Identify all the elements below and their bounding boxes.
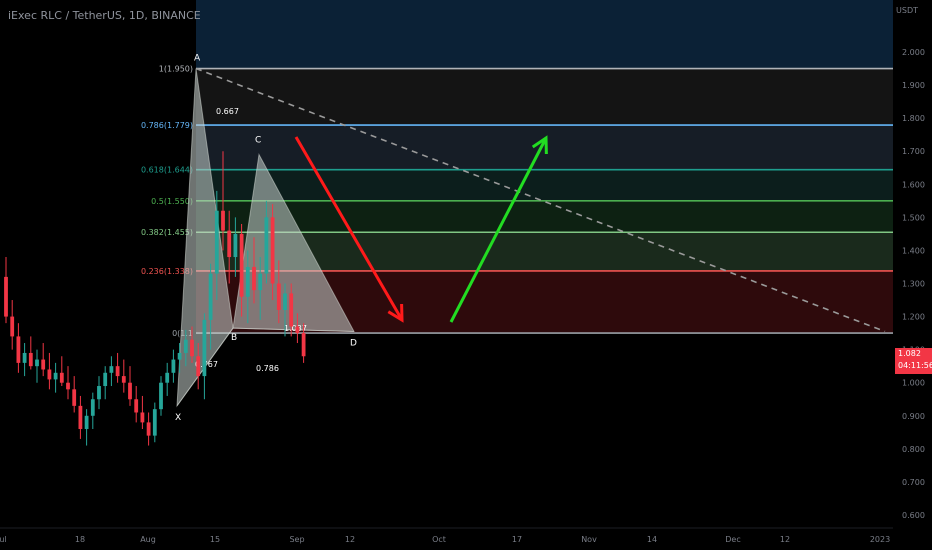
pattern-point-label: C [255, 136, 261, 146]
candle-body[interactable] [35, 359, 39, 367]
candle-body[interactable] [22, 352, 27, 363]
candle-body[interactable] [295, 326, 300, 334]
candle-body[interactable] [227, 230, 232, 258]
y-tick-label: 1.400 [902, 246, 925, 255]
candle-body[interactable] [90, 399, 95, 416]
y-tick-label: 1.700 [902, 147, 925, 156]
candle-body[interactable] [78, 405, 83, 430]
candle-body[interactable] [202, 319, 207, 377]
x-tick-label: Oct [432, 535, 446, 544]
chart-title: iExec RLC / TetherUS, 1D, BINANCE [8, 9, 201, 22]
x-tick-label: Sep [289, 535, 304, 544]
candle-body[interactable] [47, 369, 52, 380]
y-tick-label: 0.800 [902, 445, 925, 454]
y-tick-label: 1.500 [902, 213, 925, 222]
x-tick-label: Dec [725, 535, 740, 544]
fib-zone-top [196, 0, 893, 69]
candle-body[interactable] [214, 210, 219, 274]
candle-body[interactable] [258, 273, 263, 291]
pattern-point-label: D [350, 338, 357, 348]
candle-body[interactable] [221, 210, 225, 231]
candle-body[interactable] [177, 352, 182, 360]
price-unit-label: USDT [896, 6, 918, 15]
y-tick-label: 1.900 [902, 81, 925, 90]
candle-body[interactable] [239, 233, 244, 297]
fib-level-label: 1(1.950) [159, 65, 193, 74]
candle-body[interactable] [97, 386, 101, 400]
candle-body[interactable] [103, 372, 108, 387]
x-tick-label: 17 [512, 535, 522, 544]
candle-body[interactable] [134, 399, 139, 413]
pattern-point-label: A [194, 54, 201, 64]
pattern-point-label: X [175, 413, 181, 423]
chart-root: 1(1.950) 0.786(1.779) 0.618(1.644) 0.5(1.55… [0, 0, 932, 550]
candle-body[interactable] [109, 366, 114, 373]
candle-body[interactable] [10, 316, 15, 337]
fib-zone-0.5 [196, 200, 893, 233]
y-tick-label: 1.300 [902, 280, 925, 289]
fib-zone-1 [196, 68, 893, 126]
candle-body[interactable] [146, 422, 151, 436]
candle-body[interactable] [72, 389, 77, 406]
x-tick-label: Aug [140, 535, 156, 544]
candle-body[interactable] [152, 409, 157, 436]
y-tick-label: 1.000 [902, 379, 925, 388]
candle-body[interactable] [41, 359, 46, 370]
y-tick-label: 1.800 [902, 114, 925, 123]
x-tick-label: 2023 [870, 535, 890, 544]
fib-level-label: 0.382(1.455) [141, 228, 193, 237]
x-tick-label: 12 [780, 535, 790, 544]
candle-body[interactable] [171, 359, 176, 373]
x-tick-label: Nov [581, 535, 597, 544]
candle-body[interactable] [196, 356, 201, 377]
chart-canvas[interactable]: 1(1.950) 0.786(1.779) 0.618(1.644) 0.5(1.55… [0, 0, 932, 550]
candle-body[interactable] [115, 366, 120, 377]
y-tick-label: 0.600 [902, 511, 925, 520]
y-tick-label: 0.700 [902, 478, 925, 487]
candle-body[interactable] [84, 415, 89, 430]
candle-body[interactable] [233, 233, 238, 258]
fib-zone-0.618 [196, 169, 893, 201]
y-tick-label: 0.900 [902, 412, 925, 421]
candle-body[interactable] [159, 382, 163, 410]
last-price-value: 1.082 [898, 349, 921, 358]
candle-body[interactable] [128, 382, 132, 400]
candle-body[interactable] [28, 352, 33, 367]
x-tick-label: ul [0, 535, 7, 544]
bar-countdown: 04:11:56 [898, 361, 932, 370]
candle-body[interactable] [245, 266, 250, 297]
x-tick-label: 18 [75, 535, 85, 544]
pattern-ratio-label: 0.667 [216, 107, 239, 116]
y-tick-label: 2.000 [902, 48, 925, 57]
candle-body[interactable] [183, 339, 188, 353]
last-price-badge[interactable]: 1.082 04:11:56 [895, 348, 932, 374]
candle-body[interactable] [208, 273, 213, 320]
candle-body[interactable] [165, 372, 170, 383]
candle-body[interactable] [16, 336, 21, 363]
y-tick-label: 1.200 [902, 313, 925, 322]
y-tick-label: 1.600 [902, 180, 925, 189]
candle-body[interactable] [276, 283, 281, 310]
candle-body[interactable] [264, 217, 269, 274]
candle-body[interactable] [270, 217, 275, 284]
candle-body[interactable] [59, 372, 64, 383]
candle-body[interactable] [289, 293, 294, 327]
x-tick-label: 15 [210, 535, 220, 544]
candle-body[interactable] [190, 339, 194, 357]
candle-body[interactable] [53, 372, 58, 380]
x-tick-label: 14 [647, 535, 657, 544]
candle-body[interactable] [252, 266, 256, 291]
candle-body[interactable] [4, 276, 8, 317]
pattern-ratio-label: 0.786 [256, 364, 279, 373]
pattern-point-label: B [231, 333, 237, 343]
candle-body[interactable] [283, 293, 287, 310]
fib-level-label: 0.786(1.779) [141, 121, 193, 130]
candle-body[interactable] [301, 333, 306, 357]
x-tick-label: 12 [345, 535, 355, 544]
candle-body[interactable] [140, 412, 145, 423]
candle-body[interactable] [66, 382, 70, 390]
candle-body[interactable] [121, 376, 126, 383]
fib-level-label: 0.5(1.550) [151, 197, 193, 206]
fib-level-label: 0.618(1.644) [141, 166, 193, 175]
